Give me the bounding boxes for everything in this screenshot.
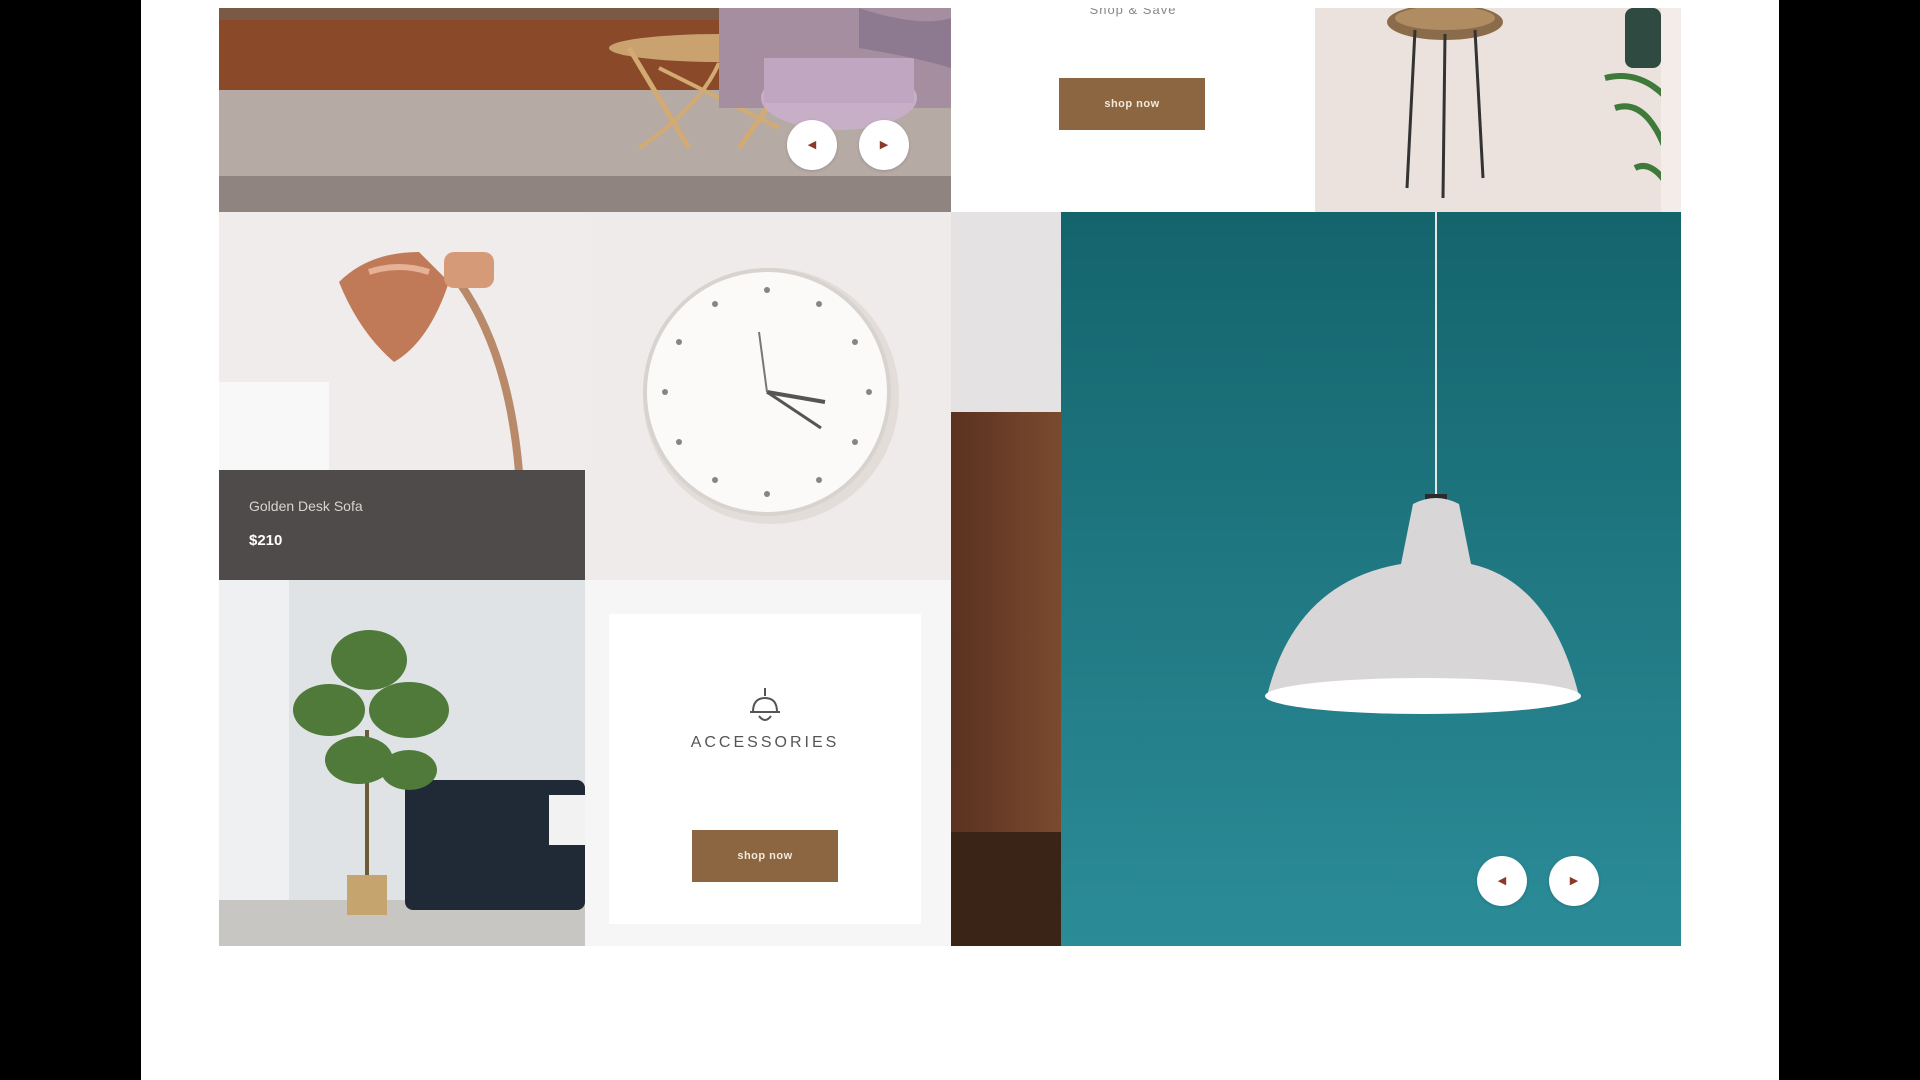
hero-sofa-image: ◀ ▶ [219,8,951,212]
stool-illustration [1315,8,1681,212]
pendant-prev-button[interactable]: ◀ [1477,856,1527,906]
chevron-right-icon: ▶ [1569,874,1579,887]
plant-sofa-illustration [219,580,585,946]
plant-sofa-image [219,580,585,946]
wall-clock-image [585,212,951,580]
chevron-left-icon: ◀ [807,138,817,151]
chevron-right-icon: ▶ [879,138,889,151]
chevron-left-icon: ◀ [1497,874,1507,887]
accessories-tile: ACCESSORIES shop now [585,580,951,946]
accessories-card: ACCESSORIES shop now [609,614,921,924]
page: ◀ ▶ Shop & Save shop now Golden Desk Sof… [141,0,1779,1080]
pendant-lamp-slider: ◀ ▶ [951,212,1681,946]
pendant-next-button[interactable]: ▶ [1549,856,1599,906]
pendant-lamp-icon [750,688,780,721]
living-room-illustration [219,8,951,212]
desk-lamp-product-tile[interactable]: Golden Desk Sofa $210 [219,212,585,580]
product-caption: Golden Desk Sofa $210 [219,470,585,580]
promo-title-cutoff: Shop & Save [1089,8,1177,17]
accessories-title: ACCESSORIES [690,734,840,751]
pendant-lamp-illustration [951,212,1681,946]
hero-next-button[interactable]: ▶ [859,120,909,170]
wall-clock-illustration [585,212,951,580]
product-price: $210 [249,532,283,549]
stool-image [1315,8,1681,212]
product-name: Golden Desk Sofa [249,498,363,514]
promo-shop-now-button[interactable]: shop now [1059,78,1205,130]
promo-card: Shop & Save shop now [951,8,1315,212]
hero-prev-button[interactable]: ◀ [787,120,837,170]
accessories-shop-now-button[interactable]: shop now [692,830,838,882]
